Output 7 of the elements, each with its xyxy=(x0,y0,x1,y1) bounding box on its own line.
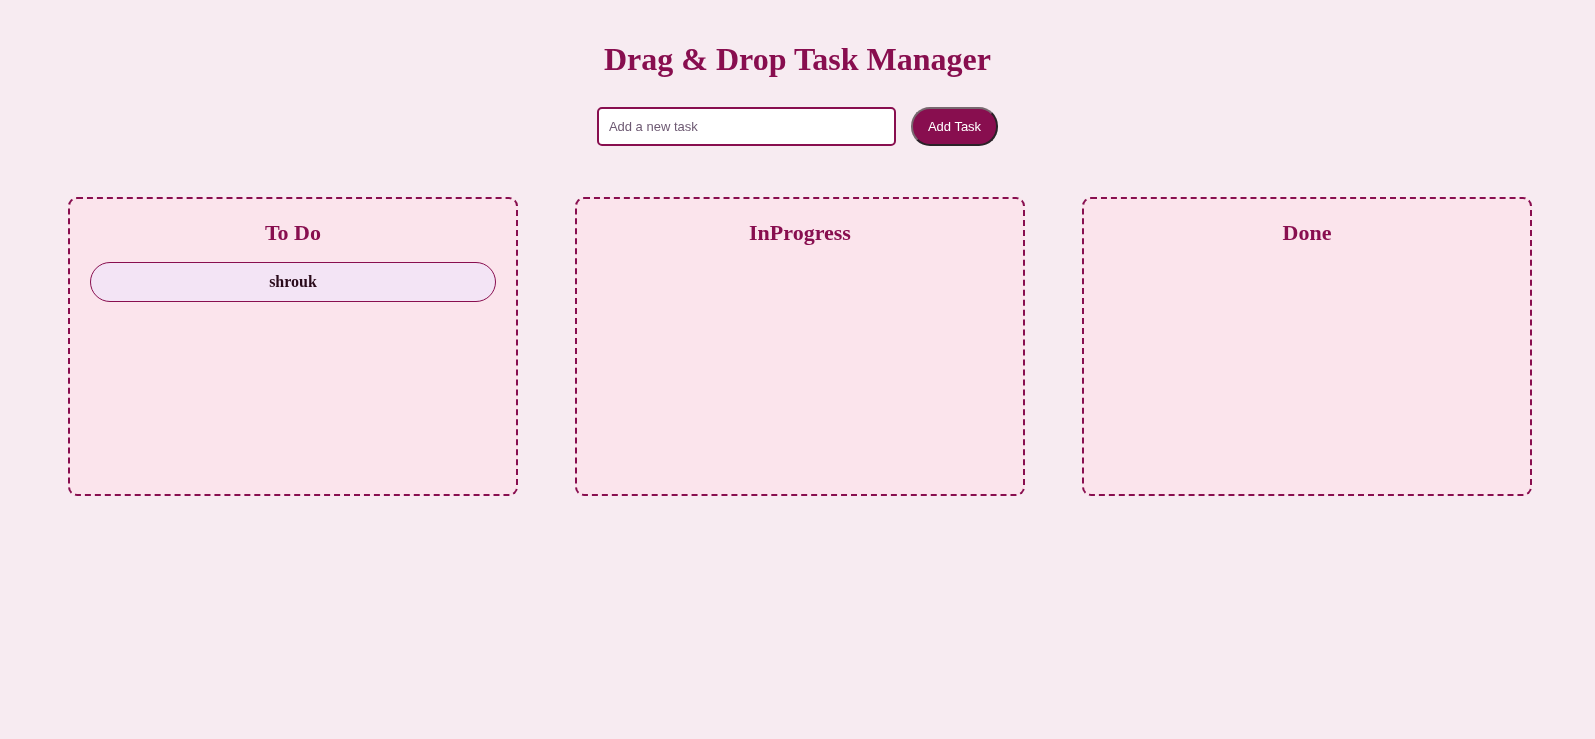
column-title: Done xyxy=(1282,219,1332,247)
column-title: InProgress xyxy=(749,219,851,247)
column-title: To Do xyxy=(264,219,321,247)
page-title: Drag & Drop Task Manager xyxy=(604,40,991,79)
new-task-input[interactable]: Add a new task xyxy=(596,107,896,146)
task-card[interactable]: shrouk xyxy=(90,262,496,302)
add-task-button[interactable]: Add Task xyxy=(910,107,999,146)
